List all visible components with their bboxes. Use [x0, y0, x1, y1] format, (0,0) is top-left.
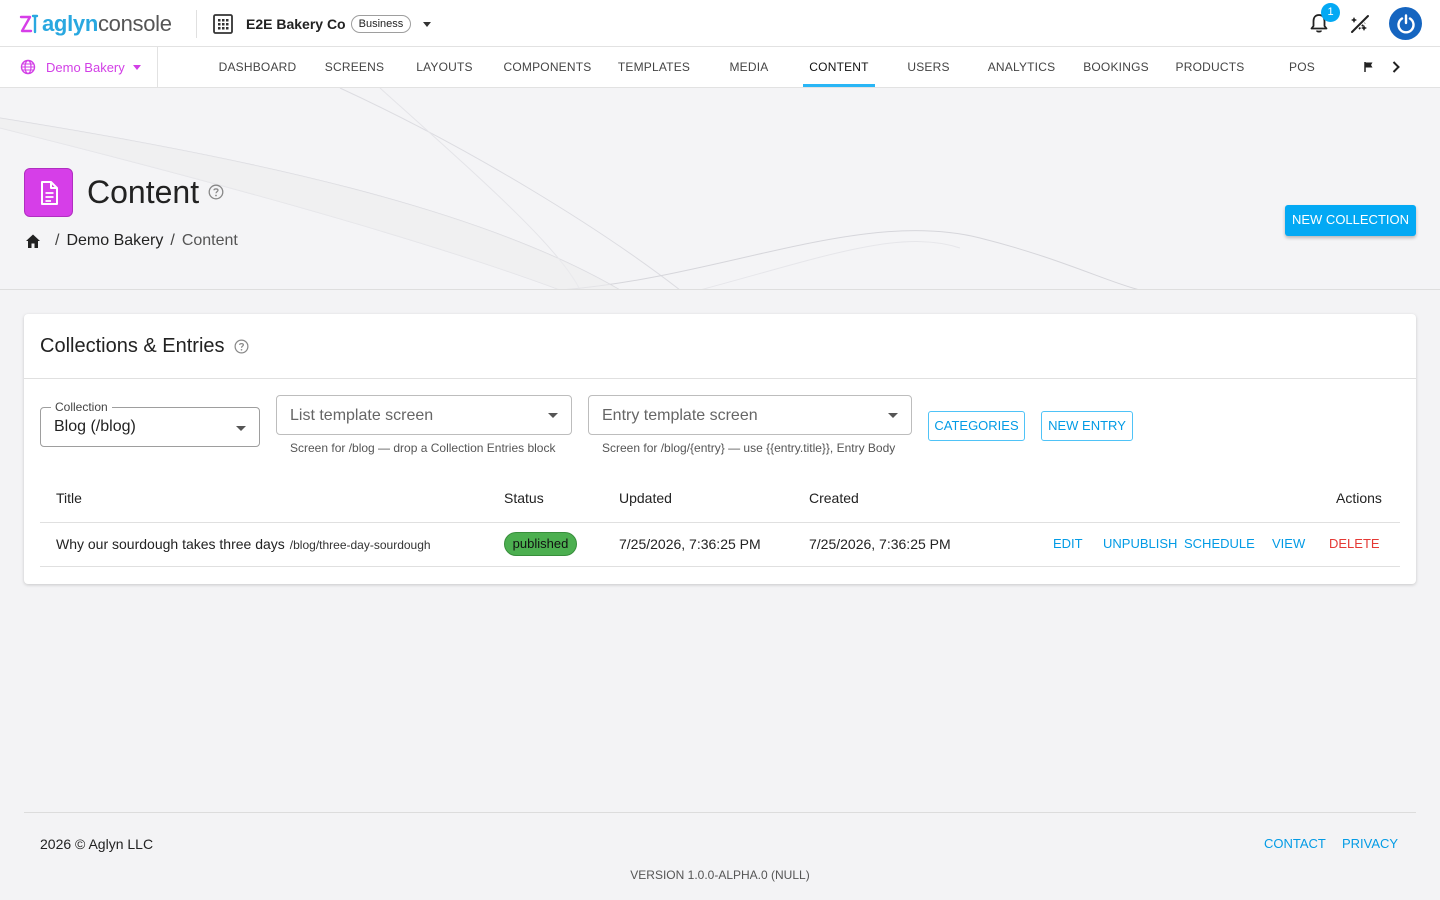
dropdown-caret-icon	[888, 413, 898, 418]
tab-content[interactable]: CONTENT	[803, 47, 875, 88]
document-icon	[40, 180, 58, 205]
status-badge: published	[504, 532, 577, 556]
column-header-updated[interactable]: Updated	[619, 490, 672, 506]
chevron-down-icon	[132, 64, 141, 70]
divider	[196, 10, 197, 38]
column-header-status[interactable]: Status	[504, 490, 544, 506]
column-header-title[interactable]: Title	[56, 490, 82, 506]
divider	[40, 522, 1400, 523]
version-text: VERSION 1.0.0-ALPHA.0 (NULL)	[630, 868, 810, 882]
tab-dashboard[interactable]: DASHBOARD	[214, 47, 301, 88]
list-template-placeholder: List template screen	[290, 407, 434, 424]
tab-screens[interactable]: SCREENS	[320, 47, 389, 88]
chevron-down-icon	[423, 21, 432, 27]
flag-icon[interactable]	[1364, 61, 1374, 73]
unpublish-button[interactable]: UNPUBLISH	[1103, 536, 1177, 551]
entry-updated: 7/25/2026, 7:36:25 PM	[619, 536, 761, 552]
new-collection-button[interactable]: NEW COLLECTION	[1285, 205, 1416, 236]
page-title: Content	[87, 174, 200, 210]
dropdown-caret-icon	[236, 426, 246, 431]
globe-icon	[20, 59, 36, 75]
home-icon[interactable]	[24, 232, 42, 250]
notification-count-badge: 1	[1321, 3, 1340, 22]
entry-slug: /blog/three-day-sourdough	[289, 538, 431, 552]
aglyn-logo-icon	[19, 14, 39, 34]
collection-value: Blog (/blog)	[54, 418, 136, 435]
help-icon[interactable]	[234, 339, 249, 354]
account-avatar-button[interactable]	[1389, 7, 1422, 40]
collection-select[interactable]: Collection Blog (/blog)	[40, 400, 260, 447]
contact-link[interactable]: CONTACT	[1264, 836, 1326, 851]
entry-title: Why our sourdough takes three days	[56, 536, 285, 552]
logo-brand: aglyn	[42, 11, 98, 36]
breadcrumb-current: Content	[181, 232, 238, 249]
nav-bar: Demo Bakery DASHBOARD SCREENS LAYOUTS CO…	[0, 47, 1440, 88]
entry-created: 7/25/2026, 7:36:25 PM	[809, 536, 951, 552]
tab-layouts[interactable]: LAYOUTS	[411, 47, 478, 88]
new-entry-button[interactable]: NEW ENTRY	[1041, 411, 1133, 441]
entry-title-cell[interactable]: Why our sourdough takes three days/blog/…	[56, 536, 431, 552]
site-switcher[interactable]: Demo Bakery	[20, 59, 141, 75]
theme-toggle-icon[interactable]	[1349, 13, 1371, 35]
plan-badge: Business	[350, 15, 412, 33]
tab-templates[interactable]: TEMPLATES	[614, 47, 694, 88]
scroll-tabs-right-icon[interactable]	[1391, 60, 1401, 74]
dropdown-caret-icon	[548, 413, 558, 418]
help-icon[interactable]	[208, 184, 224, 200]
collection-label: Collection	[51, 400, 112, 414]
logo-product: console	[97, 11, 172, 36]
view-button[interactable]: VIEW	[1272, 536, 1305, 551]
org-name: E2E Bakery Co	[246, 16, 346, 32]
top-bar: aglynconsole E2E Bakery Co Business 1	[0, 0, 1440, 47]
breadcrumb-site[interactable]: Demo Bakery	[66, 232, 163, 250]
tab-pos[interactable]: POS	[1282, 47, 1322, 88]
card-title: Collections & Entries	[40, 335, 225, 357]
list-template-select[interactable]: List template screen	[276, 395, 572, 435]
entry-template-helper: Screen for /blog/{entry} — use {{entry.t…	[602, 441, 896, 455]
entry-template-select[interactable]: Entry template screen	[588, 395, 912, 435]
aglyn-logo[interactable]: aglynconsole	[18, 11, 172, 37]
tab-analytics[interactable]: ANALYTICS	[983, 47, 1060, 88]
org-switcher[interactable]: E2E Bakery Co Business	[212, 12, 432, 36]
active-tab-indicator	[803, 84, 875, 87]
tab-bookings[interactable]: BOOKINGS	[1080, 47, 1152, 88]
column-header-created[interactable]: Created	[809, 490, 859, 506]
building-icon	[213, 14, 233, 34]
delete-button[interactable]: DELETE	[1329, 536, 1380, 551]
content-page-icon	[24, 168, 73, 217]
copyright: 2026 © Aglyn LLC	[40, 836, 154, 852]
categories-button[interactable]: CATEGORIES	[928, 411, 1025, 441]
footer-divider	[24, 812, 1416, 813]
tab-users[interactable]: USERS	[900, 47, 957, 88]
list-template-helper: Screen for /blog — drop a Collection Ent…	[290, 441, 556, 455]
divider	[157, 47, 158, 88]
edit-button[interactable]: EDIT	[1053, 536, 1083, 551]
divider	[24, 378, 1416, 379]
column-header-actions: Actions	[1336, 490, 1382, 506]
collections-card: Collections & Entries Collection Blog (/…	[24, 314, 1416, 584]
schedule-button[interactable]: SCHEDULE	[1184, 536, 1255, 551]
tab-components[interactable]: COMPONENTS	[499, 47, 596, 88]
breadcrumb: / Demo Bakery / Content	[24, 231, 238, 251]
privacy-link[interactable]: PRIVACY	[1342, 836, 1398, 851]
site-name: Demo Bakery	[46, 59, 125, 75]
power-icon	[1396, 13, 1415, 33]
divider	[40, 566, 1400, 567]
tab-media[interactable]: MEDIA	[722, 47, 776, 88]
entry-template-placeholder: Entry template screen	[602, 407, 758, 424]
tab-products[interactable]: PRODUCTS	[1172, 47, 1248, 88]
